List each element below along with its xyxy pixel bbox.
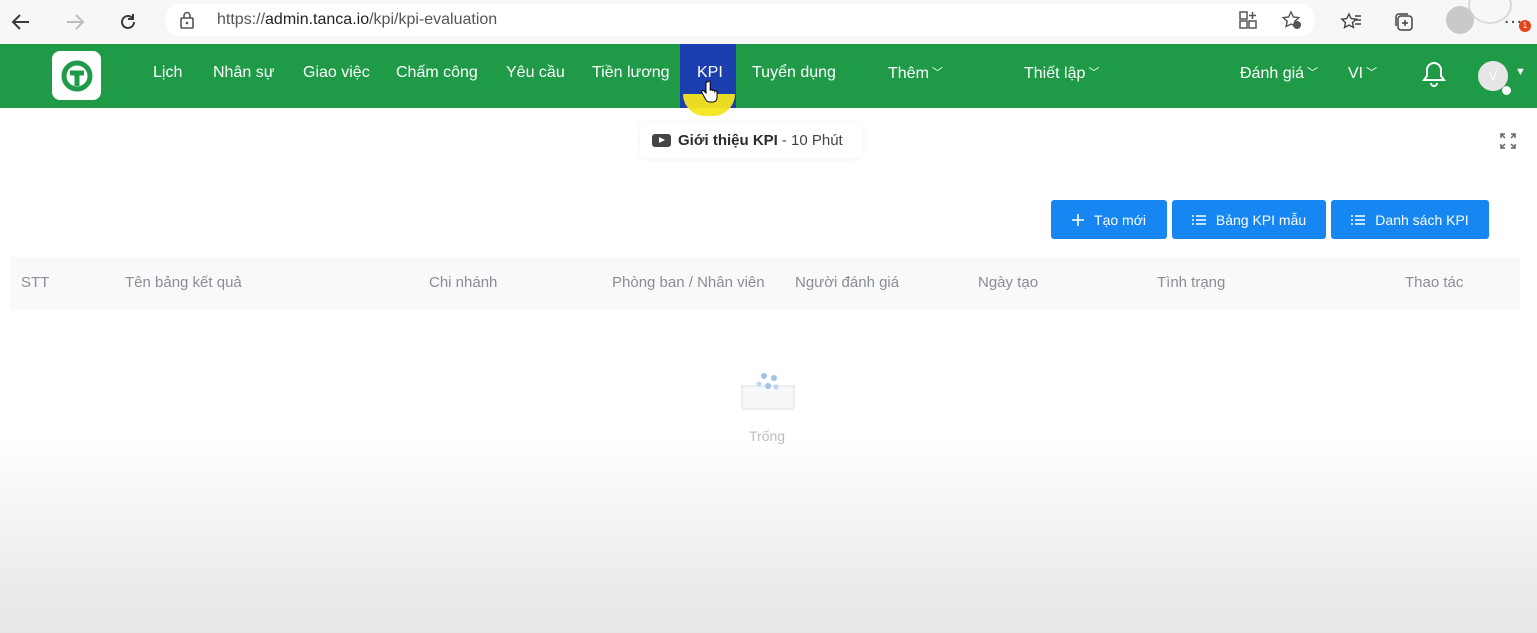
empty-box-icon	[738, 362, 798, 417]
column-header-status: Tình trạng	[1157, 274, 1226, 291]
notification-bell-icon[interactable]	[1421, 60, 1447, 93]
kpi-template-label: Bảng KPI mẫu	[1215, 211, 1307, 228]
column-header-stt: STT	[21, 274, 50, 291]
chevron-down-icon: ﹀	[931, 67, 943, 79]
intro-duration: - 10 Phút	[781, 131, 843, 149]
column-header-evaluator: Người đánh giá	[795, 274, 900, 291]
nav-item-thiet-lap-label: Thiết lập	[1024, 65, 1086, 82]
url-text[interactable]: https://admin.tanca.io/kpi/kpi-evaluatio…	[217, 11, 497, 29]
page-bottom-shade	[0, 440, 1537, 633]
favorite-add-icon[interactable]	[1281, 10, 1303, 35]
column-header-actions: Thao tác	[1405, 274, 1464, 291]
youtube-icon	[652, 133, 671, 147]
kpi-list-label: Danh sách KPI	[1375, 211, 1469, 228]
logo-icon	[61, 60, 92, 91]
refresh-icon[interactable]	[113, 7, 143, 37]
kpi-list-button[interactable]: Danh sách KPI	[1331, 200, 1489, 239]
address-bar[interactable]: https://admin.tanca.io/kpi/kpi-evaluatio…	[165, 4, 1315, 36]
main-navbar: Lịch Nhân sự Giao việc Chấm công Yêu cầu…	[0, 44, 1537, 116]
chevron-down-icon: ﹀	[1088, 67, 1100, 79]
column-header-department-employee: Phòng ban / Nhân viên	[612, 274, 765, 291]
apps-icon[interactable]	[1238, 10, 1258, 35]
nav-item-lich[interactable]: Lịch	[153, 64, 182, 82]
nav-item-tien-luong[interactable]: Tiền lương	[592, 64, 670, 82]
collections-icon[interactable]	[1389, 7, 1419, 37]
chevron-down-icon: ﹀	[1307, 67, 1319, 79]
tanca-logo[interactable]	[52, 51, 101, 100]
kpi-table-header: STT Tên bảng kết quả Chi nhánh Phòng ban…	[10, 257, 1520, 309]
profile-icon[interactable]	[1446, 6, 1474, 34]
list-icon	[1191, 214, 1206, 226]
chevron-down-icon: ﹀	[1366, 67, 1378, 79]
online-status-dot	[1502, 86, 1511, 95]
create-new-button[interactable]: Tạo mới	[1051, 200, 1167, 239]
caret-down-icon[interactable]: ▼	[1515, 66, 1526, 78]
list-icon	[1351, 214, 1366, 226]
nav-item-tuyen-dung[interactable]: Tuyển dụng	[752, 64, 836, 82]
update-badge: 1	[1519, 20, 1531, 32]
nav-item-giao-viec[interactable]: Giao việc	[303, 64, 370, 82]
nav-feedback[interactable]: Đánh giá ﹀	[1240, 64, 1318, 83]
nav-item-nhan-su[interactable]: Nhân sự	[213, 64, 274, 82]
nav-item-them[interactable]: Thêm ﹀	[888, 64, 943, 83]
plus-icon	[1072, 213, 1085, 226]
nav-language[interactable]: VI ﹀	[1348, 64, 1377, 83]
create-new-label: Tạo mới	[1094, 211, 1146, 228]
browser-toolbar: https://admin.tanca.io/kpi/kpi-evaluatio…	[0, 0, 1537, 44]
nav-feedback-label: Đánh giá	[1240, 65, 1305, 82]
kpi-template-button[interactable]: Bảng KPI mẫu	[1172, 200, 1326, 239]
nav-item-cham-cong[interactable]: Chấm công	[396, 64, 478, 82]
nav-item-yeu-cau[interactable]: Yêu cầu	[506, 64, 565, 82]
kpi-intro-video-link[interactable]: Giới thiệu KPI - 10 Phút	[640, 122, 862, 158]
favorites-icon[interactable]	[1336, 7, 1366, 37]
nav-item-thiet-lap[interactable]: Thiết lập ﹀	[1024, 64, 1099, 83]
column-header-created-date: Ngày tạo	[978, 274, 1039, 291]
fullscreen-icon[interactable]	[1500, 133, 1516, 154]
column-header-branch: Chi nhánh	[429, 274, 498, 291]
intro-title: Giới thiệu KPI	[678, 131, 778, 149]
column-header-result-name: Tên bảng kết quả	[125, 274, 242, 291]
back-icon[interactable]	[6, 7, 36, 37]
nav-language-label: VI	[1348, 65, 1364, 82]
lock-icon[interactable]	[179, 11, 195, 34]
forward-icon[interactable]	[60, 7, 90, 37]
more-menu-icon[interactable]: … 1	[1503, 6, 1531, 32]
nav-item-them-label: Thêm	[888, 65, 929, 82]
hand-cursor-icon	[700, 80, 718, 109]
